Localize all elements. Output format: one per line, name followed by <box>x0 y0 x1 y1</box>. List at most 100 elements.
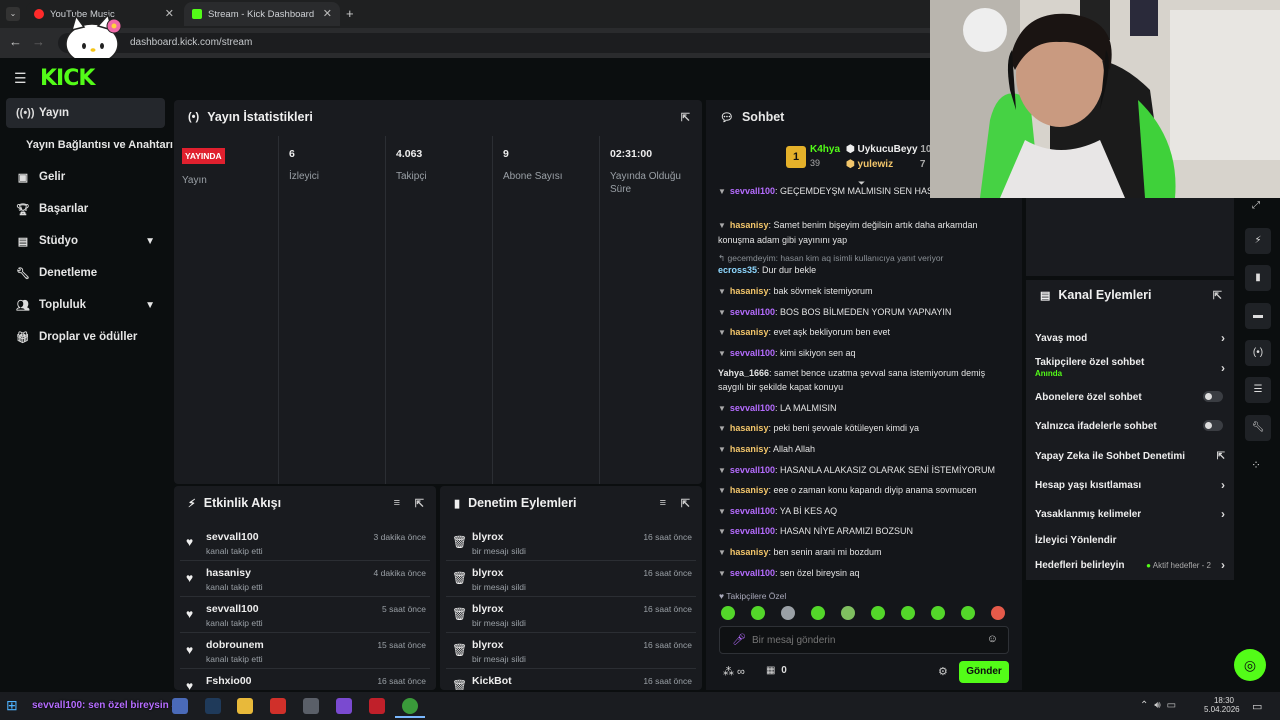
points-icon[interactable]: ⁂ ∞ <box>723 665 745 678</box>
moderation-item[interactable]: 🗑︎ blyrox bir mesajı sildi 16 saat önce <box>440 562 702 598</box>
popout-icon[interactable]: ⇱ <box>681 497 690 510</box>
chat-user[interactable]: hasanisy <box>730 444 769 454</box>
chat-message[interactable]: Yahya_1666: samet bence uzatma şevval sa… <box>718 366 1003 394</box>
chat-user[interactable]: sevvall100 <box>730 568 775 578</box>
chat-user[interactable]: hasanisy <box>730 547 769 557</box>
tab-kick-dashboard[interactable]: Stream - Kick Dashboard ✕ <box>184 2 340 26</box>
chat-message[interactable]: ▼ sevvall100: LA MALMISIN <box>718 401 1003 416</box>
chat-message[interactable]: ▼ sevvall100: HASANLA ALAKASIZ OLARAK SEN… <box>718 463 1003 478</box>
chat-message[interactable]: ▼ hasanisy: peki beni şevvale kötüleyen k… <box>718 421 1003 436</box>
chat-input-box[interactable]: 🎤︎ ☺ <box>719 626 1009 654</box>
send-button[interactable]: Gönder <box>959 661 1009 683</box>
chat-message[interactable]: ▼ hasanisy: bak sövmek istemiyorum <box>718 284 1003 299</box>
leaderboard-third[interactable]: ⬢ yulewiz 7 <box>846 159 925 170</box>
chat-message[interactable]: ▼ sevvall100: kimi sikiyon sen aq <box>718 346 1003 361</box>
discord-icon[interactable] <box>172 698 188 714</box>
sidebar-item-gelir[interactable]: ▣ Gelir <box>6 162 165 192</box>
lightning-icon[interactable]: ⚡︎ <box>1245 228 1271 254</box>
chat-user[interactable]: sevvall100 <box>730 403 775 413</box>
sliders-icon[interactable]: ☰ <box>1245 377 1271 403</box>
activity-item[interactable]: ♥ sevvall100 kanalı takip etti 3 dakika … <box>174 526 436 562</box>
system-tray-icons[interactable]: ⌃🔊︎▭ <box>1140 700 1182 711</box>
action-followers-only[interactable]: Takipçilere özel sohbet Anında › <box>1035 357 1225 378</box>
chat-user[interactable]: hasanisy <box>730 423 769 433</box>
app-icon[interactable] <box>270 698 286 714</box>
microphone-icon[interactable]: 🎤︎ <box>732 633 746 646</box>
popout-icon[interactable]: ⇱ <box>1213 289 1222 302</box>
chat-message[interactable]: ▼ hasanisy: evet aşk bekliyorum ben evet <box>718 325 1003 340</box>
emote-icon[interactable] <box>751 606 765 620</box>
clipboard-icon[interactable]: ▮ <box>1245 265 1271 291</box>
obs-icon[interactable] <box>303 698 319 714</box>
sidebar-item-yayin[interactable]: ((•)) Yayın <box>6 98 165 128</box>
gift-counter[interactable]: ▦ 0 <box>766 665 787 676</box>
emote-icon[interactable] <box>811 606 825 620</box>
moderation-item[interactable]: 🗑︎ blyrox bir mesajı sildi 16 saat önce <box>440 634 702 670</box>
emote-icon[interactable] <box>721 606 735 620</box>
chat-user[interactable]: sevvall100 <box>730 348 775 358</box>
settings-icon[interactable]: ⚙ <box>938 665 948 678</box>
sidebar-item-basarilar[interactable]: 🏆︎ Başarılar <box>6 194 165 224</box>
action-ai-moderation[interactable]: Yapay Zeka ile Sohbet Denetimi ⇱ <box>1035 451 1225 462</box>
emote-icon[interactable] <box>991 606 1005 620</box>
emote-icon[interactable] <box>901 606 915 620</box>
sidebar-item-topluluk[interactable]: 👥︎ Topluluk ▼ <box>6 290 165 320</box>
action-banned-words[interactable]: Yasaklanmış kelimeler › <box>1035 507 1225 521</box>
emote-icon[interactable] <box>841 606 855 620</box>
toggle-switch[interactable] <box>1203 420 1223 431</box>
new-tab-button[interactable]: + <box>346 6 354 21</box>
notification-icon[interactable]: ▭ <box>1252 700 1262 713</box>
close-icon[interactable]: ✕ <box>323 7 332 20</box>
chat-message[interactable]: ▼ sevvall100: BOS BOS BİLMEDEN YORUM YAPN… <box>718 305 1003 320</box>
sidebar-item-droplar[interactable]: 🎁︎ Droplar ve ödüller <box>6 322 165 352</box>
start-icon[interactable]: ⊞ <box>6 697 18 714</box>
chat-bubble-icon[interactable]: ▬ <box>1245 303 1271 329</box>
sidebar-item-stream-key[interactable]: Yayın Bağlantısı ve Anahtarı <box>6 130 173 160</box>
action-emotes-only[interactable]: Yalnızca ifadelerle sohbet <box>1035 420 1225 432</box>
sidebar-item-studyo[interactable]: ▤ Stüdyo ▼ <box>6 226 165 256</box>
emote-icon[interactable] <box>931 606 945 620</box>
chat-message[interactable]: ▼ hasanisy: eee o zaman konu kapandı diyi… <box>718 483 1003 498</box>
chat-message[interactable]: ▼ sevvall100: sen özel bireysin aq <box>718 566 1003 581</box>
forward-icon[interactable]: → <box>32 34 45 49</box>
chat-user[interactable]: ecross35 <box>718 265 757 275</box>
action-host-viewers[interactable]: İzleyici Yönlendir <box>1035 535 1225 546</box>
leaderboard-second[interactable]: ⬢ UykucuBeyy 10 <box>846 144 931 155</box>
action-account-age[interactable]: Hesap yaşı kısıtlaması › <box>1035 478 1225 492</box>
activity-item[interactable]: ♥ hasanisy kanalı takip etti 4 dakika ön… <box>174 562 436 598</box>
close-icon[interactable]: ✕ <box>165 7 174 20</box>
vscode-icon[interactable] <box>336 698 352 714</box>
chat-user[interactable]: hasanisy <box>730 327 769 337</box>
chat-user[interactable]: hasanisy <box>730 220 769 230</box>
toggle-switch[interactable] <box>1203 391 1223 402</box>
kick-logo[interactable]: KICK <box>40 66 95 91</box>
expand-icon[interactable]: ⤢ <box>1252 200 1260 211</box>
leaderboard-first-name[interactable]: K4hya <box>810 144 840 155</box>
emote-icon[interactable] <box>781 606 795 620</box>
emoji-icon[interactable]: ☺ <box>987 633 998 645</box>
broadcast-icon[interactable]: (•) <box>1245 340 1271 366</box>
moderation-item[interactable]: 🗑︎ blyrox bir mesajı sildi 16 saat önce <box>440 598 702 634</box>
chat-message[interactable]: ▼ hasanisy: Allah Allah <box>718 442 1003 457</box>
chat-user[interactable]: sevvall100 <box>730 307 775 317</box>
moderation-item[interactable]: 🗑︎ KickBot 16 saat önce <box>440 670 702 690</box>
action-goals[interactable]: Hedefleri belirleyin ● Aktif hedefler - 2… <box>1035 558 1225 572</box>
chat-user[interactable]: sevvall100 <box>730 465 775 475</box>
chat-user[interactable]: sevvall100 <box>730 506 775 516</box>
filter-icon[interactable]: ≡ <box>394 497 400 509</box>
chat-user[interactable]: hasanisy <box>730 286 769 296</box>
wrench-icon[interactable]: 🔧︎ <box>1245 415 1271 441</box>
emote-icon[interactable] <box>961 606 975 620</box>
chrome-icon[interactable] <box>402 698 418 714</box>
apps-icon[interactable]: ⁘ <box>1251 458 1261 472</box>
popout-icon[interactable]: ⇱ <box>415 497 424 510</box>
help-button[interactable]: ◎ <box>1234 649 1266 681</box>
action-slow-mode[interactable]: Yavaş mod › <box>1035 331 1225 345</box>
sidebar-item-denetleme[interactable]: 🔧︎ Denetleme <box>6 258 165 288</box>
chat-message[interactable]: ▼ hasanisy: Samet benim bişeyim değilsin … <box>718 218 1003 247</box>
address-bar[interactable]: dashboard.kick.com/stream <box>58 33 938 53</box>
chat-message[interactable]: ▼ sevvall100: YA Bİ KES AQ <box>718 504 1003 519</box>
emote-icon[interactable] <box>871 606 885 620</box>
folder-icon[interactable] <box>237 698 253 714</box>
popout-icon[interactable]: ⇱ <box>681 111 690 124</box>
